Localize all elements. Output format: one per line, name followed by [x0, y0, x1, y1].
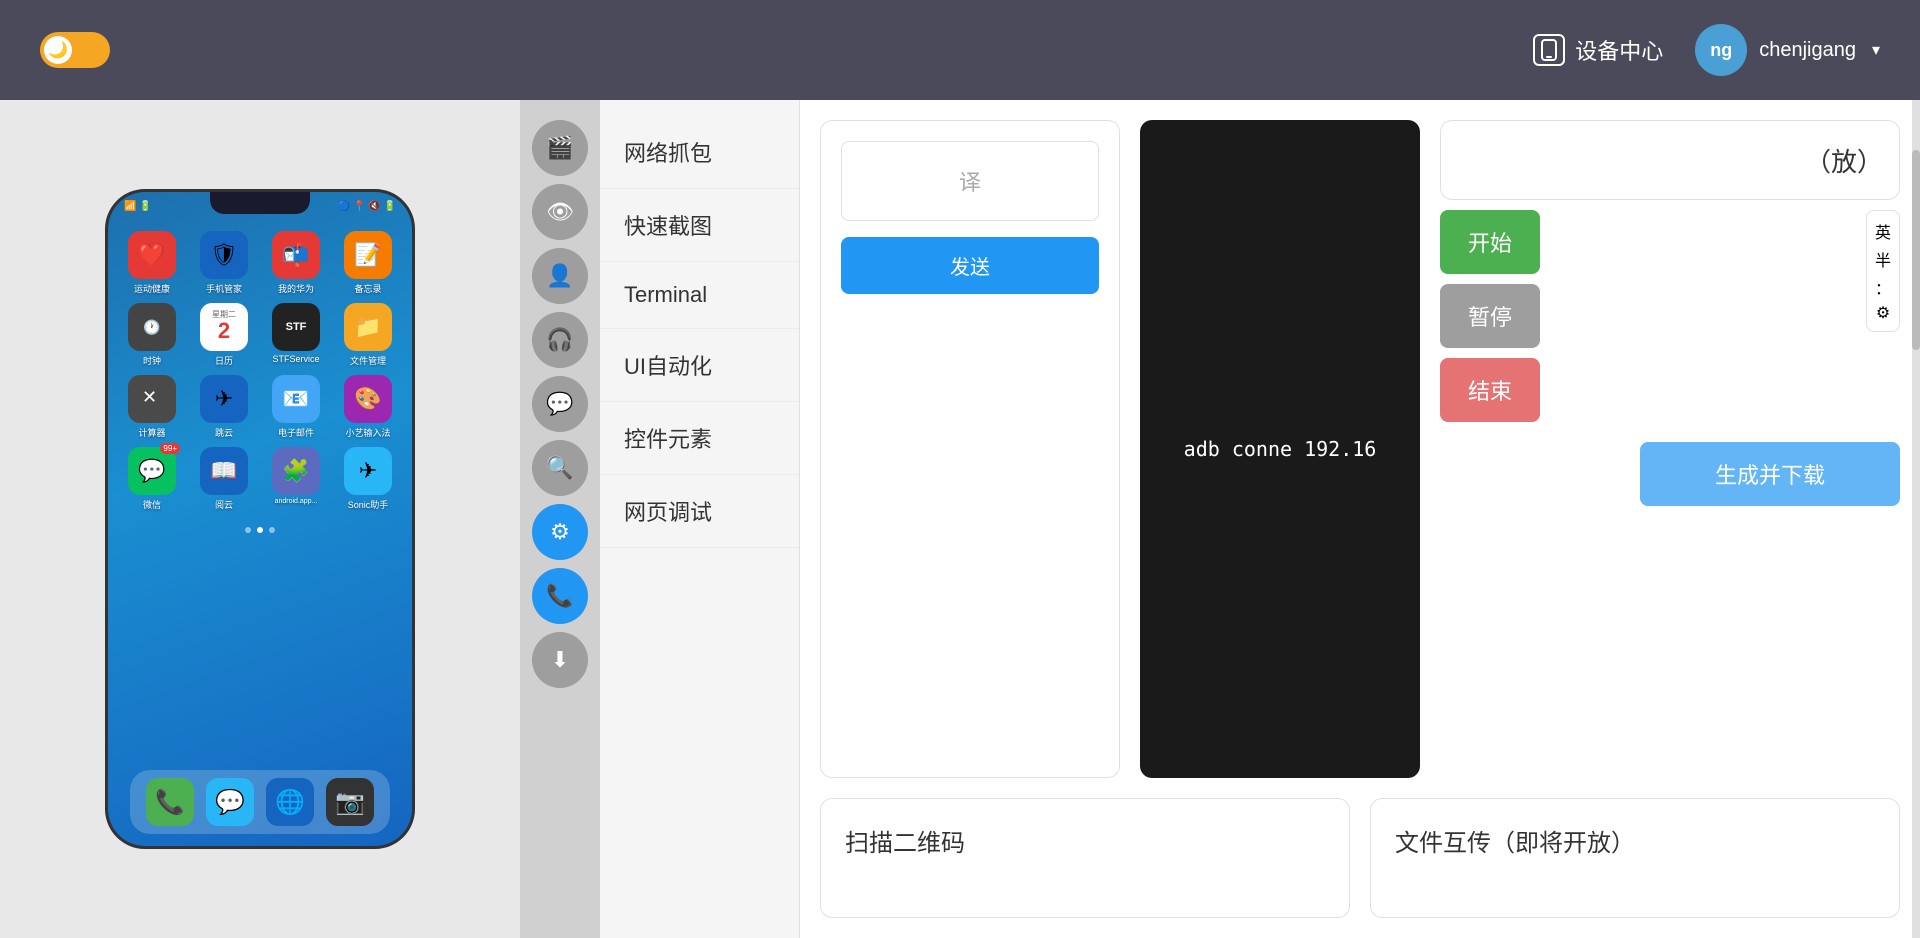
qr-scan-card: 扫描二维码 — [820, 798, 1350, 918]
dock: 📞 💬 🌐 📷 — [130, 770, 390, 834]
app-icon-clock[interactable]: 🕐 时钟 — [120, 303, 184, 367]
header-left: 🌙 — [40, 32, 110, 68]
toolbar-settings-btn[interactable]: ⚙ — [532, 504, 588, 560]
generate-area: 生成并下载 — [1440, 432, 1900, 506]
toolbar-headset-btn[interactable]: 🎧 — [532, 312, 588, 368]
file-transfer-card: 文件互传（即将开放） — [1370, 798, 1900, 918]
toolbar-user-btn[interactable]: 👤 — [532, 248, 588, 304]
app-icon-huawei[interactable]: 📬 我的华为 — [264, 231, 328, 295]
app-icon-sonic[interactable]: ✈ Sonic助手 — [336, 447, 400, 511]
terminal-card: adb conne 192.16 — [1140, 120, 1420, 778]
page-dots — [108, 527, 412, 533]
dock-browser[interactable]: 🌐 — [266, 778, 314, 826]
app-icon-files[interactable]: 📁 文件管理 — [336, 303, 400, 367]
app-icon-yueyun[interactable]: 📖 阅云 — [192, 447, 256, 511]
func-screenshot[interactable]: 快速截图 — [600, 189, 799, 262]
page-dot-2 — [257, 527, 263, 533]
func-network-capture[interactable]: 网络抓包 — [600, 116, 799, 189]
content-area: 译 发送 adb conne 192.16 （放） 开始 暂停 — [800, 100, 1920, 938]
toolbar-video-btn[interactable]: 🎬 — [532, 120, 588, 176]
svg-text:✕: ✕ — [142, 387, 157, 407]
app-icon-input[interactable]: 🎨 小艺输入法 — [336, 375, 400, 439]
app-icon-calc[interactable]: ✕ 计算器 — [120, 375, 184, 439]
page-dot-3 — [269, 527, 275, 533]
func-ui-automation[interactable]: UI自动化 — [600, 329, 799, 402]
header: 🌙 设备中心 ng chenjigang ▾ — [0, 0, 1920, 100]
func-widget[interactable]: 控件元素 — [600, 402, 799, 475]
func-terminal[interactable]: Terminal — [600, 262, 799, 329]
username-label: chenjigang — [1759, 39, 1856, 62]
theme-toggle-button[interactable]: 🌙 — [40, 32, 110, 68]
user-avatar: ng — [1695, 24, 1747, 76]
lang-en[interactable]: 英 — [1875, 219, 1891, 243]
func-web-debug[interactable]: 网页调试 — [600, 475, 799, 548]
app-icon-android[interactable]: 🧩 android.app... — [264, 447, 328, 511]
toolbar-phone-btn[interactable]: 📞 — [532, 568, 588, 624]
chat-card: 译 发送 — [820, 120, 1120, 778]
dock-camera[interactable]: 📷 — [326, 778, 374, 826]
user-chevron-icon: ▾ — [1872, 40, 1880, 60]
lang-settings-icon[interactable]: ⚙ — [1876, 303, 1890, 323]
scroll-thumb — [1912, 150, 1920, 350]
action-row: 开始 暂停 结束 英 半 ： ⚙ — [1440, 210, 1900, 422]
phone-container: 📶 🔋 8:40 🔵 📍 🔇 🔋 ❤️ 运动健康 🛡 手机管家 — [105, 189, 415, 849]
header-right: 设备中心 ng chenjigang ▾ — [1533, 24, 1880, 76]
action-buttons: 开始 暂停 结束 — [1440, 210, 1540, 422]
lang-toolbar: 英 半 ： ⚙ — [1866, 210, 1900, 332]
app-icon-calendar[interactable]: 星期二 2 日历 — [192, 303, 256, 367]
toolbar-search-btn[interactable]: 🔍 — [532, 440, 588, 496]
func-menu: 网络抓包 快速截图 Terminal UI自动化 控件元素 网页调试 — [600, 100, 800, 938]
chat-input[interactable]: 译 — [841, 141, 1099, 221]
app-icon-memo[interactable]: 📝 备忘录 — [336, 231, 400, 295]
user-area[interactable]: ng chenjigang ▾ — [1695, 24, 1880, 76]
toolbar-chat-btn[interactable]: 💬 — [532, 376, 588, 432]
qr-scan-title: 扫描二维码 — [845, 823, 1325, 858]
device-center-button[interactable]: 设备中心 — [1533, 34, 1663, 66]
app-icon-health[interactable]: ❤️ 运动健康 — [120, 231, 184, 295]
partial-top-text: （放） — [1805, 142, 1883, 179]
terminal-content: adb conne 192.16 — [1184, 435, 1377, 463]
page-dot-1 — [245, 527, 251, 533]
toolbar-eye-btn[interactable]: 👁 — [532, 184, 588, 240]
end-button[interactable]: 结束 — [1440, 358, 1540, 422]
lang-colon[interactable]: ： — [1875, 275, 1891, 299]
app-icon-email[interactable]: 📧 电子邮件 — [264, 375, 328, 439]
app-icon-cloud[interactable]: ✈ 跳云 — [192, 375, 256, 439]
partial-top-card: （放） — [1440, 120, 1900, 200]
app-grid: ❤️ 运动健康 🛡 手机管家 📬 我的华为 📝 — [108, 221, 412, 521]
app-icon-manager[interactable]: 🛡 手机管家 — [192, 231, 256, 295]
moon-icon: 🌙 — [44, 36, 72, 64]
file-transfer-title: 文件互传（即将开放） — [1395, 823, 1875, 858]
pause-button[interactable]: 暂停 — [1440, 284, 1540, 348]
phone-panel: 📶 🔋 8:40 🔵 📍 🔇 🔋 ❤️ 运动健康 🛡 手机管家 — [0, 100, 520, 938]
content-top: 译 发送 adb conne 192.16 （放） 开始 暂停 — [800, 100, 1920, 798]
top-right-section: （放） 开始 暂停 结束 英 半 ： ⚙ — [1440, 120, 1900, 778]
phone-frame: 📶 🔋 8:40 🔵 📍 🔇 🔋 ❤️ 运动健康 🛡 手机管家 — [105, 189, 415, 849]
app-icon-wechat[interactable]: 💬 99+ 微信 — [120, 447, 184, 511]
toolbar-download-btn[interactable]: ⬇ — [532, 632, 588, 688]
lang-half[interactable]: 半 — [1875, 247, 1891, 271]
start-button[interactable]: 开始 — [1440, 210, 1540, 274]
app-icon-stf[interactable]: STF STFService — [264, 303, 328, 367]
side-toolbar: 🎬 👁 👤 🎧 💬 🔍 ⚙ 📞 ⬇ — [520, 100, 600, 938]
content-bottom: 扫描二维码 文件互传（即将开放） — [800, 798, 1920, 938]
send-button[interactable]: 发送 — [841, 237, 1099, 294]
phone-screen[interactable]: 📶 🔋 8:40 🔵 📍 🔇 🔋 ❤️ 运动健康 🛡 手机管家 — [108, 192, 412, 846]
generate-button[interactable]: 生成并下载 — [1640, 442, 1900, 506]
dock-message[interactable]: 💬 — [206, 778, 254, 826]
scrollbar[interactable] — [1912, 100, 1920, 938]
device-center-label: 设备中心 — [1575, 34, 1663, 66]
phone-notch — [210, 192, 310, 214]
main-content: 📶 🔋 8:40 🔵 📍 🔇 🔋 ❤️ 运动健康 🛡 手机管家 — [0, 100, 1920, 938]
dock-phone[interactable]: 📞 — [146, 778, 194, 826]
device-center-icon — [1533, 34, 1565, 66]
